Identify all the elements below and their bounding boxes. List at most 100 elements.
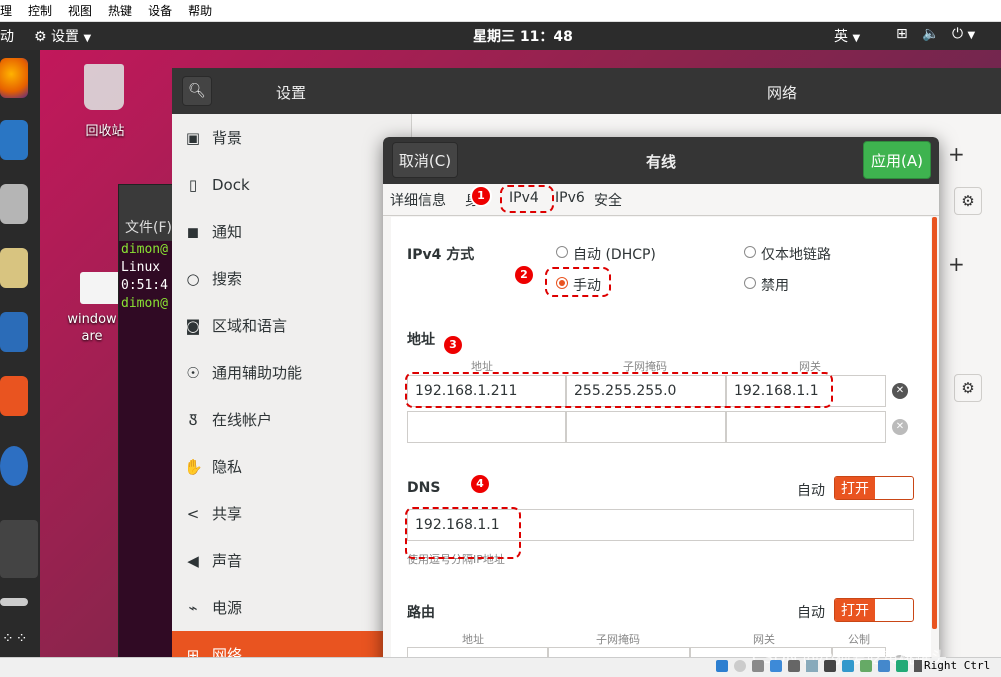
- vbox-menu-manage[interactable]: 理: [0, 2, 12, 19]
- dock-icon: ▯: [188, 175, 198, 194]
- sidebar-item-search[interactable]: ○ 搜索: [172, 255, 412, 302]
- files-icon[interactable]: [0, 184, 28, 224]
- tab-security[interactable]: 安全: [594, 190, 622, 210]
- network-adapter-icon[interactable]: [770, 660, 782, 672]
- scrollbar[interactable]: [932, 217, 937, 629]
- volume-icon[interactable]: 🔈: [922, 26, 939, 42]
- radio-auto-dhcp-label: 自动 (DHCP): [573, 247, 656, 263]
- sidebar-item-label: 通用辅助功能: [212, 364, 303, 382]
- search-icon[interactable]: 🔍︎: [182, 76, 212, 106]
- gear-icon[interactable]: ⚙: [954, 187, 982, 215]
- trash-label: 回收站: [85, 124, 125, 139]
- app-menu[interactable]: ⚙ 设置 ▼: [34, 26, 91, 46]
- display-icon[interactable]: [824, 660, 836, 672]
- drive-icon[interactable]: [80, 272, 122, 304]
- sidebar-item-label: 搜索: [212, 270, 243, 288]
- sidebar-item-notifications[interactable]: ◼ 通知: [172, 208, 412, 255]
- optical-drive-icon[interactable]: [734, 660, 746, 672]
- sidebar-item-label: 通知: [212, 223, 243, 241]
- route-auto-switch[interactable]: 打开: [834, 598, 914, 622]
- thunderbird-icon[interactable]: [0, 120, 28, 160]
- sidebar-item-online-accounts[interactable]: Ꟑ 在线帐户: [172, 396, 412, 443]
- route-address-input[interactable]: [407, 647, 548, 657]
- chevron-down-icon: ▼: [852, 33, 861, 44]
- app-grid-icon[interactable]: ⁘⁘: [2, 632, 29, 646]
- dns-auto-switch[interactable]: 打开: [834, 476, 914, 500]
- usb-icon[interactable]: [788, 660, 800, 672]
- delete-row-icon[interactable]: ✕: [886, 411, 914, 443]
- tab-ipv6[interactable]: IPv6: [555, 190, 585, 206]
- power-menu-icon[interactable]: ⏻ ▼: [952, 26, 975, 42]
- accessibility-icon: ☉: [186, 363, 200, 382]
- image-icon: ▣: [185, 128, 201, 147]
- sidebar-item-background[interactable]: ▣ 背景: [172, 114, 412, 161]
- radio-link-local[interactable]: [744, 246, 756, 258]
- keyboard-icon[interactable]: [896, 660, 908, 672]
- tab-details[interactable]: 详细信息: [390, 190, 446, 210]
- trash-icon[interactable]: [84, 64, 124, 110]
- route-netmask-input[interactable]: [548, 647, 690, 657]
- terminal-line: dimon@: [121, 296, 168, 311]
- vbox-menu-help[interactable]: 帮助: [188, 2, 212, 19]
- vbox-menu-input[interactable]: 热键: [108, 2, 132, 19]
- search-icon: ○: [186, 269, 200, 288]
- vbox-menu-machine[interactable]: 控制: [28, 2, 52, 19]
- annotation-marker: 4: [471, 475, 489, 493]
- storage-icon[interactable]: [716, 660, 728, 672]
- terminal-window[interactable]: 文件(F) dimon@ Linux 0:51:4 dimon@: [118, 184, 178, 657]
- switch-knob: [875, 477, 913, 499]
- sidebar-item-privacy[interactable]: ✋ 隐私: [172, 443, 412, 490]
- sidebar-item-region[interactable]: ◙ 区域和语言: [172, 302, 412, 349]
- gateway-input-empty[interactable]: [726, 411, 886, 443]
- radio-auto-dhcp[interactable]: [556, 246, 568, 258]
- sidebar-item-sound[interactable]: ◀ 声音: [172, 537, 412, 584]
- audio-icon[interactable]: [752, 660, 764, 672]
- firefox-icon[interactable]: [0, 58, 28, 98]
- gear-icon[interactable]: ⚙: [954, 374, 982, 402]
- terminal-menu-file[interactable]: 文件(F): [119, 215, 177, 241]
- terminal-titlebar: [119, 185, 177, 215]
- software-center-icon[interactable]: [0, 376, 28, 416]
- cancel-button[interactable]: 取消(C): [392, 142, 458, 178]
- address-input-empty[interactable]: [407, 411, 566, 443]
- add-icon[interactable]: +: [948, 252, 965, 276]
- vbox-menu-devices[interactable]: 设备: [148, 2, 172, 19]
- bell-icon: ◼: [186, 222, 200, 241]
- radio-disabled-label: 禁用: [761, 278, 789, 294]
- vbox-menu-view[interactable]: 视图: [68, 2, 92, 19]
- writer-icon[interactable]: [0, 312, 28, 352]
- add-icon[interactable]: +: [948, 142, 965, 166]
- netmask-input-empty[interactable]: [566, 411, 726, 443]
- sidebar-item-power[interactable]: ⌁ 电源: [172, 584, 412, 631]
- dialog-header: 取消(C) 有线 应用(A): [383, 137, 939, 184]
- sidebar-item-sharing[interactable]: < 共享: [172, 490, 412, 537]
- sidebar-item-accessibility[interactable]: ☉ 通用辅助功能: [172, 349, 412, 396]
- delete-row-icon[interactable]: ✕: [886, 375, 914, 407]
- rhythmbox-icon[interactable]: [0, 248, 28, 288]
- input-method-indicator[interactable]: 英 ▼: [834, 26, 860, 46]
- shared-folder-icon[interactable]: [806, 660, 818, 672]
- host-key-arrow-icon: [914, 660, 922, 672]
- apply-button[interactable]: 应用(A): [863, 141, 931, 179]
- network-status-icon[interactable]: ⊞: [896, 26, 908, 42]
- trash-dock-icon[interactable]: [0, 598, 28, 606]
- terminal-line: 0:51:4: [121, 278, 168, 293]
- video-capture-icon[interactable]: [842, 660, 854, 672]
- dialog-title: 有线: [646, 153, 677, 171]
- activities-button[interactable]: 动: [0, 26, 14, 46]
- sidebar-item-network[interactable]: ⊞ 网络: [172, 631, 412, 657]
- radio-link-local-label: 仅本地链路: [761, 247, 831, 263]
- virtualization-icon[interactable]: [860, 660, 872, 672]
- route-col-address: 地址: [462, 633, 484, 646]
- app-menu-label: 设置: [51, 29, 80, 45]
- clock[interactable]: 星期三 11：48: [473, 26, 573, 46]
- help-icon[interactable]: [0, 446, 28, 486]
- speaker-icon: ◀: [187, 551, 199, 570]
- sidebar-item-label: 共享: [212, 505, 243, 523]
- settings-app-icon[interactable]: [0, 520, 38, 578]
- sidebar-item-dock[interactable]: ▯ Dock: [172, 161, 412, 208]
- radio-disabled[interactable]: [744, 277, 756, 289]
- mouse-integration-icon[interactable]: [878, 660, 890, 672]
- settings-gear-icon: ⚙: [34, 29, 47, 45]
- switch-on-label: 打开: [835, 599, 875, 621]
